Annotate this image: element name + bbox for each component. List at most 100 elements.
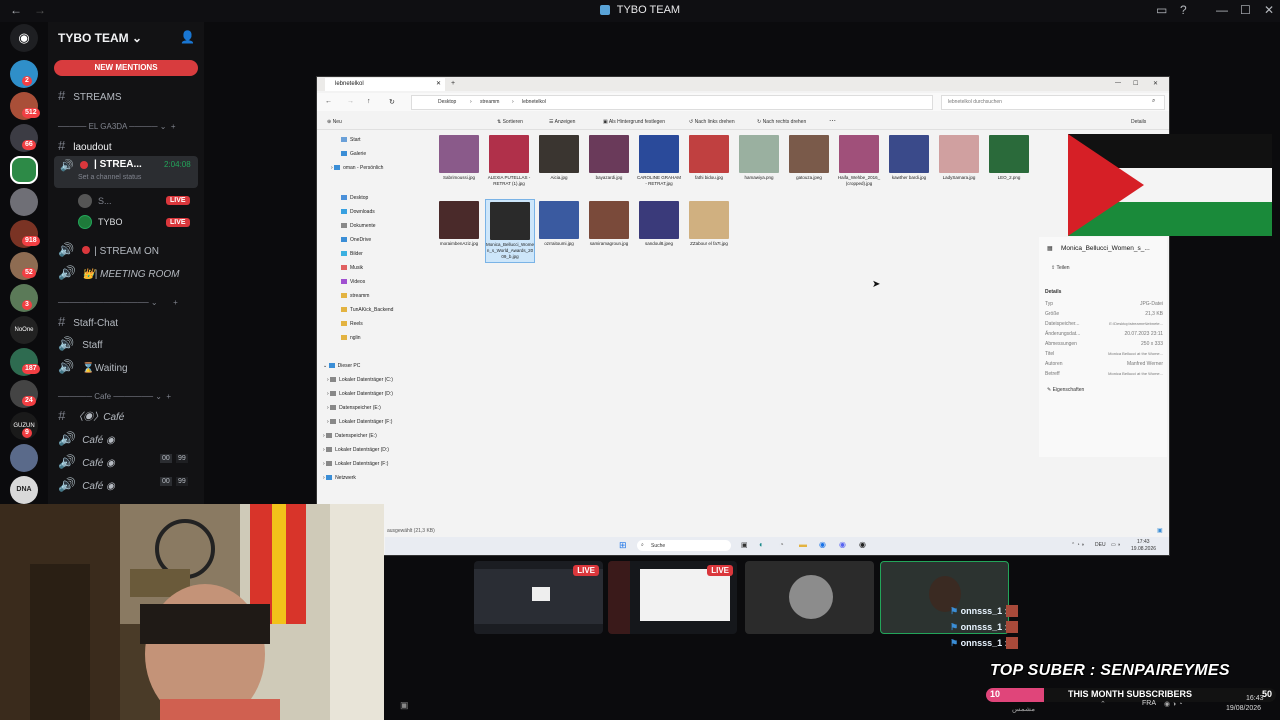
channel-cafe-voice[interactable]: 🔊 Café ◉ — [58, 454, 115, 470]
avatar[interactable] — [78, 215, 92, 229]
rotate-right-button[interactable]: ↻ Nach rechts drehen — [757, 119, 806, 125]
forward-icon[interactable]: → — [347, 98, 354, 105]
file-item[interactable]: kawther bardi.jpg — [887, 135, 931, 181]
minimize-icon[interactable]: — — [1115, 80, 1121, 86]
file-item[interactable]: sandoul8.jpeg — [637, 201, 681, 247]
nav-item[interactable]: Downloads — [341, 209, 375, 215]
set-background-button[interactable]: ▣ Als Hintergrund festlegen — [603, 119, 665, 125]
nav-item[interactable]: ⌄ Dieser PC — [323, 363, 360, 369]
channel-stream-active[interactable]: 🔊 | STREA... 2:04:08 Set a channel statu… — [54, 156, 198, 188]
server-name[interactable]: TYBO TEAM ⌄ — [58, 31, 142, 45]
file-item[interactable]: ozrraitoumi.jpg — [537, 201, 581, 247]
stream-tile[interactable] — [745, 561, 874, 634]
file-item[interactable]: CAROLINE GRAHAM - RETRAT.jpg — [637, 135, 681, 187]
grid-view-icon[interactable]: ▣ — [1157, 527, 1163, 534]
nav-item[interactable]: › oman - Persönlich — [331, 165, 383, 171]
obs-icon[interactable]: ◉ — [859, 540, 866, 549]
taskbar-search[interactable]: ⌕ Suche — [637, 540, 731, 551]
file-item[interactable]: LadySamara.jpg — [937, 135, 981, 181]
channel-staff[interactable]: 🔊 Staff — [58, 336, 103, 352]
nav-item[interactable]: TunAKick_Backend — [341, 307, 393, 313]
view-button[interactable]: ☰ Anzeigen — [549, 119, 575, 125]
channel-laoudout[interactable]: # laoudout — [58, 138, 112, 153]
sort-button[interactable]: ⇅ Sortieren — [497, 119, 523, 125]
nav-item[interactable]: Galerie — [341, 151, 366, 157]
category-cafe[interactable]: ────── Cafe ─────── ⌄ + — [58, 392, 171, 401]
avatar[interactable] — [78, 194, 92, 208]
task-view-icon[interactable]: ▣ — [741, 541, 748, 549]
nav-item[interactable]: › Lokaler Datenträger (C:) — [327, 377, 393, 383]
app-icon[interactable]: ◔ — [779, 540, 784, 549]
folder-icon[interactable]: ▬ — [799, 540, 807, 549]
chrome-icon[interactable]: ◉ — [819, 540, 826, 549]
edge-icon[interactable]: ◐ — [759, 540, 764, 549]
new-tab-icon[interactable]: + — [451, 80, 455, 87]
new-button[interactable]: ⊕ Neu — [327, 119, 342, 125]
channel-cafe-text[interactable]: # 〈◉〉Café — [58, 408, 124, 423]
nav-item[interactable]: OneDrive — [341, 237, 371, 243]
nav-item[interactable]: › Lokaler Datenträger (F:) — [323, 461, 388, 467]
tray-icons[interactable]: ◉ ◑ ◔ — [1164, 700, 1182, 708]
file-item[interactable]: ZZabour el fa7t.jpg — [687, 201, 731, 247]
nav-item[interactable]: › Lokaler Datenträger (D:) — [323, 447, 389, 453]
nav-item[interactable]: Desktop — [341, 195, 368, 201]
file-item[interactable]: samiramagroun.jpg — [587, 201, 631, 247]
close-tab-icon[interactable]: ✕ — [436, 78, 441, 91]
stream-tile[interactable]: LIVE — [608, 561, 737, 634]
help-icon[interactable]: ? — [1180, 3, 1187, 17]
stream-tile[interactable]: LIVE — [474, 561, 603, 634]
file-item[interactable]: fathi bidou.jpg — [687, 135, 731, 181]
back-icon[interactable]: ← — [325, 98, 332, 105]
category-el-ga3da[interactable]: ───── EL GA3DA ───── ⌄ + — [58, 122, 176, 131]
explorer-tab[interactable]: lebnetelkol ✕ — [325, 78, 445, 91]
file-item[interactable]: ALEXIA PUTELLAS - RETRAT (1).jpg — [487, 135, 531, 187]
maximize-icon[interactable]: ☐ — [1240, 3, 1251, 17]
minimize-icon[interactable]: — — [1216, 3, 1228, 17]
file-item[interactable]: hamawiya.png — [737, 135, 781, 181]
language-indicator[interactable]: FRA — [1142, 700, 1156, 707]
share-button[interactable]: ⇪ Teilen — [1051, 265, 1070, 271]
nav-item[interactable]: Dokumente — [341, 223, 376, 229]
file-explorer-window[interactable]: lebnetelkol ✕ + — ☐ ✕ ← → ↑ ↻ Desktop › s… — [316, 76, 1170, 556]
file-item[interactable]: gatouza.jpeg — [787, 135, 831, 181]
more-icon[interactable]: ⋯ — [829, 117, 836, 125]
nav-item[interactable]: › Lokaler Datenträger (D:) — [327, 391, 393, 397]
inbox-icon[interactable]: ▭ — [1156, 3, 1167, 17]
search-input[interactable]: lebnetelkol durchsuchen ⌕ — [941, 95, 1165, 110]
windows-start-icon[interactable]: ⊞ — [619, 540, 627, 551]
nav-item[interactable]: Musik — [341, 265, 363, 271]
voice-user[interactable]: S... — [98, 196, 112, 206]
channel-status[interactable]: Set a channel status — [78, 174, 141, 181]
file-item[interactable]: Aicia.jpg — [537, 135, 581, 181]
active-server-icon[interactable] — [10, 156, 38, 184]
nav-item[interactable]: › Netzwerk — [323, 475, 356, 481]
tray-icons[interactable]: ⌃ — [1100, 700, 1106, 708]
nav-item[interactable]: streamm — [341, 293, 369, 299]
discord-home-icon[interactable]: ◉ — [10, 24, 38, 52]
server-icon[interactable]: NoOne — [10, 316, 38, 344]
nav-item[interactable]: › Datenspeicher (E:) — [327, 405, 381, 411]
app-icon[interactable]: ▣ — [400, 700, 409, 711]
close-icon[interactable]: ✕ — [1264, 3, 1274, 17]
nav-item[interactable]: Start — [341, 137, 361, 143]
refresh-icon[interactable]: ↻ — [389, 98, 395, 106]
details-button[interactable]: Details — [1131, 119, 1146, 125]
channel-cafe-voice[interactable]: 🔊 Café ◉ — [58, 431, 115, 447]
tray-icons[interactable]: ⌃ ◔ ◑ — [1071, 542, 1084, 548]
invite-icon[interactable]: 👤 — [180, 30, 195, 44]
new-mentions-banner[interactable]: NEW MENTIONS — [54, 60, 198, 76]
channel-waiting[interactable]: 🔊 ⌛Waiting — [58, 359, 128, 375]
nav-item[interactable]: › Datenspeicher (E:) — [323, 433, 377, 439]
up-icon[interactable]: ↑ — [367, 98, 371, 105]
file-item[interactable]: LEO_2.png — [987, 135, 1031, 181]
channel-stream-on[interactable]: 🔊 | STREAM ON — [58, 242, 159, 258]
server-icon[interactable] — [10, 188, 38, 216]
tray-icons[interactable]: ▭ ◑ — [1111, 542, 1120, 548]
nav-item[interactable]: › Lokaler Datenträger (F:) — [327, 419, 392, 425]
file-item[interactable]: Haifa_Wehbe_2016_(cropped).jpg — [837, 135, 881, 187]
discord-icon[interactable]: ◉ — [839, 540, 846, 549]
rotate-left-button[interactable]: ↺ Nach links drehen — [689, 119, 735, 125]
breadcrumb[interactable]: Desktop › streamm › lebnetelkol — [411, 95, 933, 110]
nav-item[interactable]: Reels — [341, 321, 363, 327]
voice-user[interactable]: TYBO — [98, 217, 123, 227]
